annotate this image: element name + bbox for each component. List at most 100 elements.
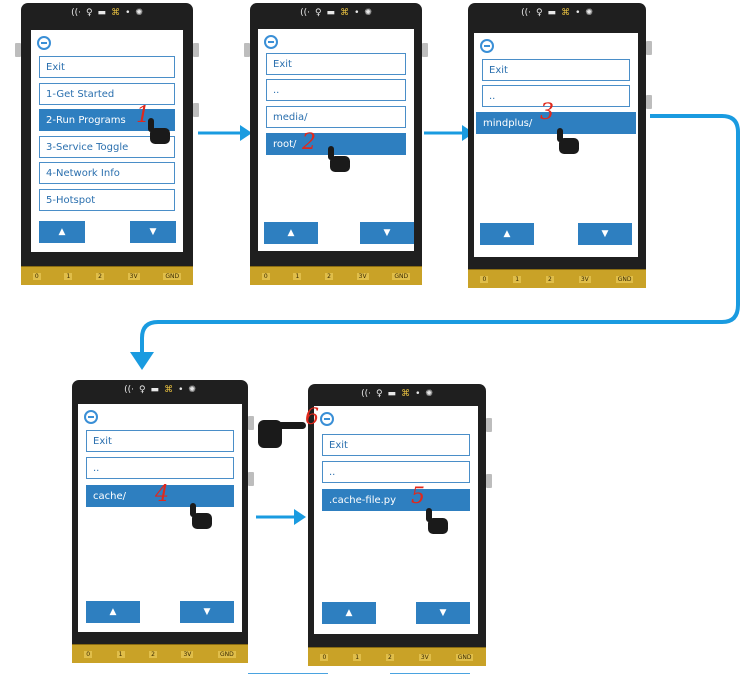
side-button[interactable] [248, 472, 254, 486]
light-icon: ✺ [585, 8, 593, 18]
screen: Exit .. .cache-file.py ▲ ▼ [314, 406, 478, 634]
pin-label: 3V [418, 653, 431, 661]
list-item-exit[interactable]: Exit [266, 53, 406, 75]
list-item-parent-dir[interactable]: .. [86, 457, 234, 479]
pin-label: GND [217, 650, 236, 658]
usb-icon: • [575, 8, 581, 18]
step-number: 3 [540, 100, 554, 125]
scroll-up-button[interactable]: ▲ [322, 602, 376, 624]
pin-label: 3V [356, 272, 369, 280]
list-item-parent-dir[interactable]: .. [266, 79, 406, 101]
scroll-down-button[interactable]: ▼ [130, 221, 176, 243]
pin-label: 2 [546, 275, 554, 283]
status-bar: ((· ♀ ▬ ⌘ • ✺ [21, 3, 193, 23]
scroll-up-button[interactable]: ▲ [86, 601, 140, 623]
device-5: ((· ♀ ▬ ⌘ • ✺ Exit .. .cache-file.py ▲ ▼… [308, 384, 492, 666]
device-2: ((· ♀ ▬ ⌘ • ✺ Exit .. media/ root/ ▲ ▼ 0… [244, 3, 428, 285]
pointer-hand-icon [148, 118, 170, 144]
buzzer-icon: ⌘ [401, 389, 411, 399]
status-bar: ((· ♀ ▬ ⌘ • ✺ [308, 384, 486, 404]
list-item-exit[interactable]: Exit [322, 434, 470, 456]
buzzer-icon: ⌘ [111, 8, 121, 18]
pointing-hand-icon [258, 414, 306, 450]
scroll-down-button[interactable]: ▼ [360, 222, 414, 244]
app-logo-icon[interactable] [264, 35, 278, 49]
pin-label: 2 [325, 272, 333, 280]
screen: Exit .. media/ root/ ▲ ▼ [258, 29, 414, 251]
mic-icon: ♀ [138, 385, 146, 395]
status-bar: ((· ♀ ▬ ⌘ • ✺ [72, 380, 248, 400]
scroll-down-button[interactable]: ▼ [416, 602, 470, 624]
scroll-down-button[interactable]: ▼ [578, 223, 632, 245]
side-button[interactable] [15, 43, 21, 57]
usb-icon: • [415, 389, 421, 399]
pointer-hand-icon [557, 128, 579, 154]
mic-icon: ♀ [314, 8, 322, 18]
side-button[interactable] [193, 43, 199, 57]
wifi-icon: ((· [300, 8, 310, 18]
side-button[interactable] [486, 474, 492, 488]
mic-icon: ♀ [85, 8, 93, 18]
app-logo-icon[interactable] [480, 39, 494, 53]
pin-label: 0 [84, 650, 93, 658]
list-item-mindplus[interactable]: mindplus/ [476, 112, 636, 134]
list-item-exit[interactable]: Exit [86, 430, 234, 452]
step-number: 6 [305, 405, 319, 430]
pointer-hand-icon [328, 146, 350, 172]
app-logo-icon[interactable] [320, 412, 334, 426]
side-button[interactable] [244, 43, 250, 57]
pin-label: 0 [261, 272, 270, 280]
scroll-up-button[interactable]: ▲ [480, 223, 534, 245]
app-logo-icon[interactable] [84, 410, 98, 424]
status-bar: ((· ♀ ▬ ⌘ • ✺ [468, 3, 646, 23]
side-button[interactable] [646, 41, 652, 55]
menu-item-network-info[interactable]: 4-Network Info [39, 162, 175, 184]
device-1: ((· ♀ ▬ ⌘ • ✺ Exit 1-Get Started 2-Run P… [15, 3, 199, 285]
pin-label: 1 [116, 650, 125, 658]
pin-label: 2 [386, 653, 394, 661]
side-button[interactable] [422, 43, 428, 57]
battery-icon: ▬ [387, 389, 397, 399]
list-item-parent-dir[interactable]: .. [482, 85, 630, 107]
pin-label: 1 [64, 272, 73, 280]
menu-item-get-started[interactable]: 1-Get Started [39, 83, 175, 105]
buzzer-icon: ⌘ [561, 8, 571, 18]
list-item-media[interactable]: media/ [266, 106, 406, 128]
side-button[interactable] [486, 418, 492, 432]
usb-icon: • [354, 8, 360, 18]
app-logo-icon[interactable] [37, 36, 51, 50]
pin-label: GND [455, 653, 474, 661]
edge-connector: 0 1 2 3V GND [468, 269, 646, 288]
pin-label: 1 [513, 275, 522, 283]
screen: Exit .. mindplus/ ▲ ▼ [474, 33, 638, 257]
side-button[interactable] [193, 103, 199, 117]
pin-label: 1 [353, 653, 362, 661]
side-button[interactable] [646, 95, 652, 109]
pin-label: 1 [293, 272, 302, 280]
scroll-up-button[interactable]: ▲ [264, 222, 318, 244]
light-icon: ✺ [425, 389, 433, 399]
pointer-hand-icon [190, 503, 212, 529]
side-button[interactable] [248, 416, 254, 430]
buzzer-icon: ⌘ [164, 385, 174, 395]
step-number: 5 [411, 484, 425, 509]
menu-item-hotspot[interactable]: 5-Hotspot [39, 189, 175, 211]
scroll-up-button[interactable]: ▲ [39, 221, 85, 243]
usb-icon: • [125, 8, 131, 18]
pin-label: 0 [320, 653, 329, 661]
mic-icon: ♀ [535, 8, 543, 18]
device-4: ((· ♀ ▬ ⌘ • ✺ Exit .. cache/ ▲ ▼ 0 1 2 3… [72, 380, 254, 663]
edge-connector: 0 1 2 3V GND [21, 266, 193, 285]
pin-label: 0 [480, 275, 489, 283]
wifi-icon: ((· [124, 385, 134, 395]
edge-connector: 0 1 2 3V GND [72, 644, 248, 663]
edge-connector: 0 1 2 3V GND [308, 647, 486, 666]
list-item-exit[interactable]: Exit [482, 59, 630, 81]
scroll-down-button[interactable]: ▼ [180, 601, 234, 623]
status-bar: ((· ♀ ▬ ⌘ • ✺ [250, 3, 422, 23]
light-icon: ✺ [188, 385, 196, 395]
buzzer-icon: ⌘ [340, 8, 350, 18]
menu-item-exit[interactable]: Exit [39, 56, 175, 78]
pin-label: 3V [578, 275, 591, 283]
list-item-parent-dir[interactable]: .. [322, 461, 470, 483]
